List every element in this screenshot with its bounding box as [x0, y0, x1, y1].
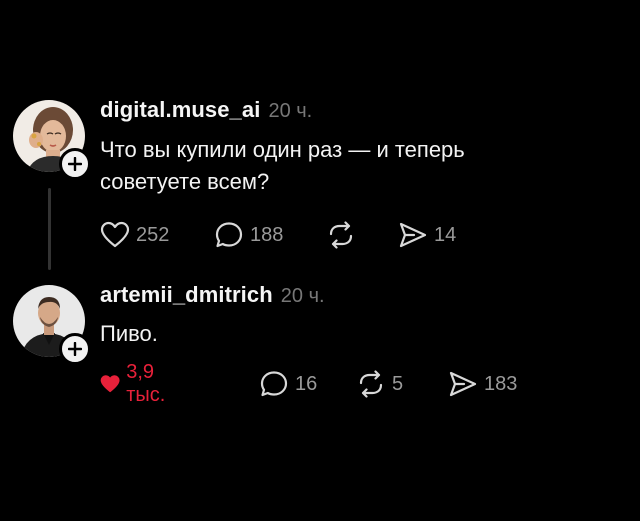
heart-icon — [100, 375, 120, 393]
share-button[interactable]: 183 — [448, 369, 517, 399]
post-1-text: Что вы купили один раз — и теперь совету… — [100, 134, 580, 198]
heart-icon — [100, 221, 130, 248]
comment-button[interactable]: 16 — [259, 369, 317, 399]
comment-count: 188 — [250, 223, 284, 246]
post-1-time: 20 ч. — [268, 100, 313, 122]
follow-plus-button[interactable] — [59, 148, 91, 180]
post-1-text-line: Что вы купили один раз — и теперь — [100, 137, 465, 162]
comment-button[interactable]: 188 — [214, 220, 283, 250]
repost-count: 5 — [392, 372, 404, 395]
post-1-avatar[interactable] — [13, 100, 91, 180]
like-button[interactable]: 3,9 тыс. — [100, 361, 175, 406]
thread-line — [48, 188, 51, 270]
comment-count: 16 — [295, 372, 318, 395]
send-icon — [449, 371, 477, 397]
repost-icon — [359, 370, 383, 398]
like-button[interactable]: 252 — [100, 220, 169, 250]
comment-bubble-icon — [215, 222, 243, 248]
post-2-text: Пиво. — [100, 318, 580, 350]
share-count: 14 — [434, 223, 457, 246]
post-2-text-line: Пиво. — [100, 321, 158, 346]
comment-bubble-icon — [260, 371, 288, 397]
plus-icon — [68, 342, 82, 356]
like-count: 252 — [136, 223, 170, 246]
repost-button[interactable]: 5 — [356, 369, 403, 399]
plus-icon — [68, 157, 82, 171]
share-count: 183 — [484, 372, 518, 395]
like-count: 3,9 тыс. — [126, 361, 166, 406]
post-1-username[interactable]: digital.muse_ai — [100, 97, 260, 123]
post-2-avatar[interactable] — [13, 285, 91, 365]
post-2-time: 20 ч. — [280, 285, 325, 307]
send-icon — [399, 222, 427, 248]
share-button[interactable]: 14 — [398, 220, 456, 250]
follow-plus-button[interactable] — [59, 333, 91, 365]
repost-icon — [329, 221, 353, 249]
repost-button[interactable] — [326, 220, 362, 250]
post-1-text-line: советуете всем? — [100, 169, 270, 194]
post-2-username[interactable]: artemii_dmitrich — [100, 282, 273, 308]
